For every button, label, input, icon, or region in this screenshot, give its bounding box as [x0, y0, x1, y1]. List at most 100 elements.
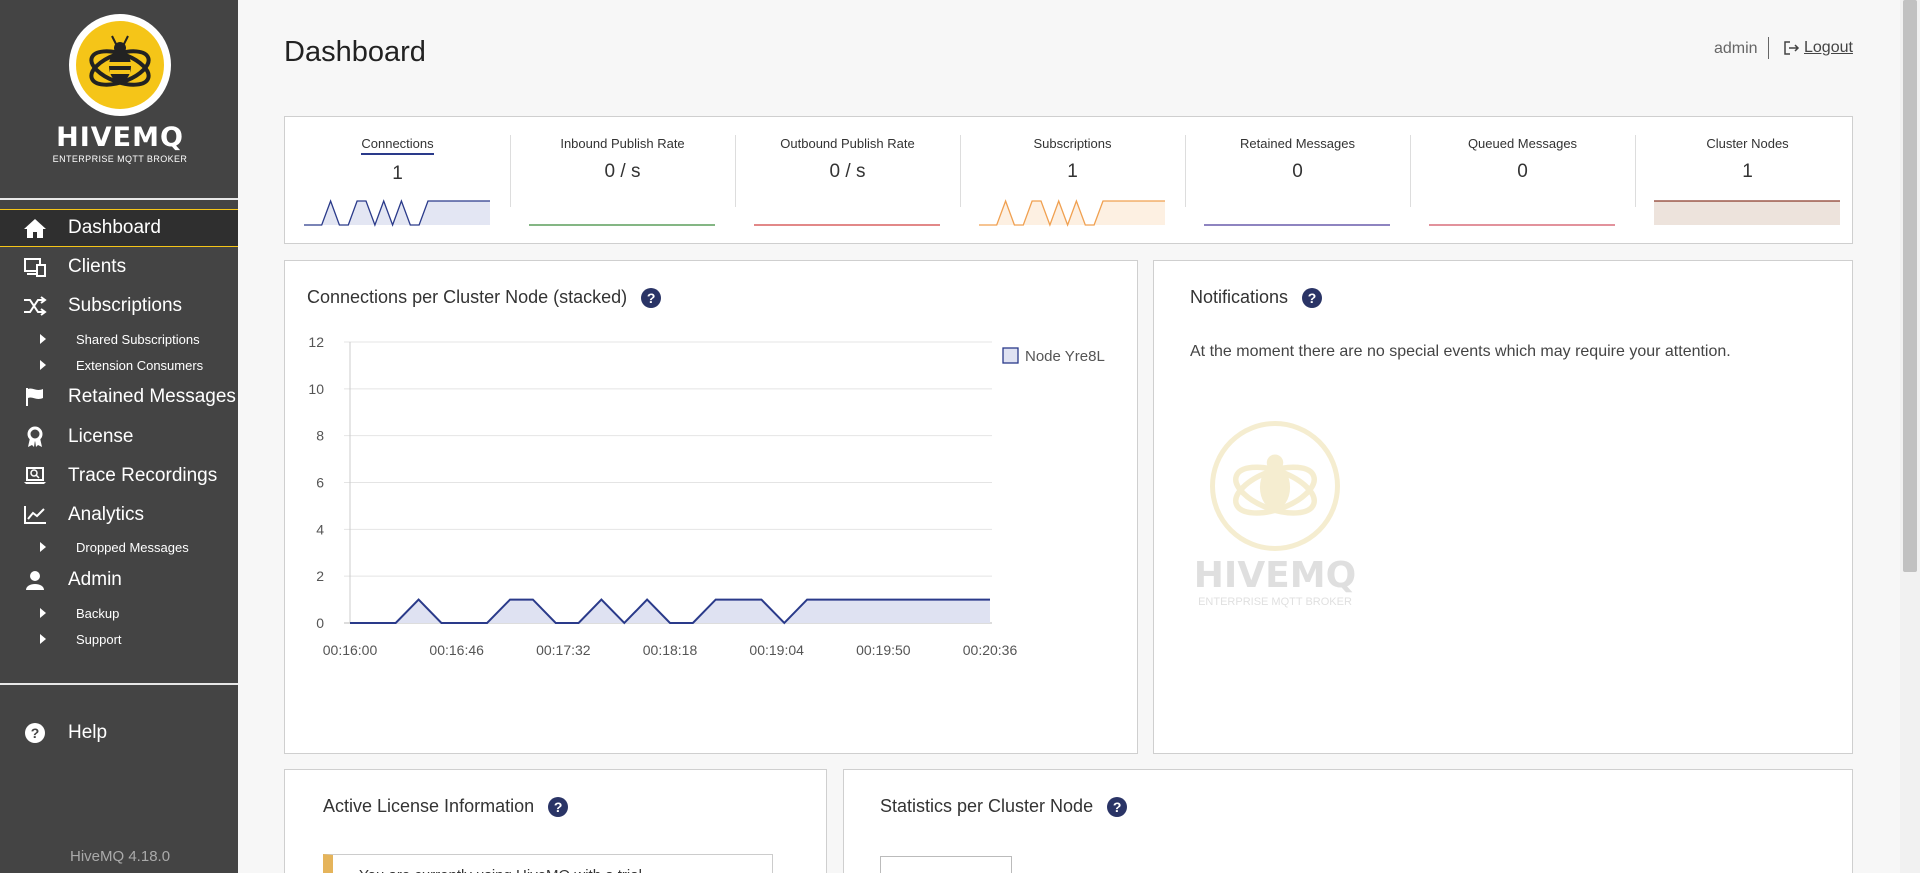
caret-right-icon: [40, 334, 46, 344]
sidebar-item-label: Dashboard: [68, 217, 161, 238]
inbound-sparkline: [529, 224, 715, 226]
sidebar-item-label: License: [68, 426, 134, 447]
help-icon[interactable]: ?: [641, 287, 662, 308]
queued-sparkline: [1429, 224, 1615, 226]
stat-value: 0: [1292, 161, 1303, 182]
stat-subscriptions[interactable]: Subscriptions 1: [960, 117, 1185, 227]
x-tick-label: 00:17:32: [536, 642, 591, 658]
cluster-sparkline: [1654, 200, 1840, 225]
help-icon[interactable]: ?: [1107, 796, 1128, 817]
user-icon: [22, 569, 48, 591]
sidebar-item-help[interactable]: ? Help: [0, 714, 238, 752]
sign-out-icon: [1784, 41, 1800, 55]
stat-label: Connections: [361, 136, 434, 155]
stat-outbound-publish-rate[interactable]: Outbound Publish Rate 0 / s: [735, 117, 960, 227]
notifications-message: At the moment there are no special event…: [1190, 343, 1731, 360]
cluster-statistics-card: Statistics per Cluster Node ?: [843, 769, 1853, 873]
y-tick-label: 8: [316, 428, 324, 444]
sidebar-item-dropped-messages[interactable]: Dropped Messages: [0, 535, 238, 559]
sidebar-item-dashboard[interactable]: Dashboard: [0, 209, 238, 247]
watermark-tagline: ENTERPRISE MQTT BROKER: [1198, 596, 1352, 608]
sidebar-item-label: Clients: [68, 256, 127, 277]
license-title: Active License Information: [323, 796, 535, 816]
logo-tagline: ENTERPRISE MQTT BROKER: [52, 154, 188, 164]
stat-value: 1: [1742, 161, 1753, 182]
page-title: Dashboard: [284, 36, 426, 68]
trial-notice: You are currently using HiveMQ with a tr…: [323, 854, 773, 873]
x-tick-label: 00:20:36: [963, 642, 1018, 658]
y-tick-label: 0: [316, 615, 324, 631]
stat-cluster-nodes[interactable]: Cluster Nodes 1: [1635, 117, 1860, 227]
series-area: [350, 599, 990, 623]
hivemq-logo[interactable]: HIVEMQ ENTERPRISE MQTT BROKER: [50, 14, 190, 164]
page-scrollbar-thumb[interactable]: [1903, 0, 1917, 572]
sidebar-item-retained-messages[interactable]: Retained Messages: [0, 378, 238, 416]
sidebar-item-extension-consumers[interactable]: Extension Consumers: [0, 353, 238, 377]
stat-label: Queued Messages: [1467, 136, 1578, 151]
sidebar-item-admin[interactable]: Admin: [0, 561, 238, 599]
sidebar-item-license[interactable]: License: [0, 418, 238, 456]
stat-label: Retained Messages: [1240, 136, 1355, 151]
stat-connections[interactable]: Connections 1: [285, 117, 510, 227]
bee-logo-icon: [69, 14, 171, 116]
retained-sparkline: [1204, 224, 1390, 226]
caret-right-icon: [40, 634, 46, 644]
sidebar-item-clients[interactable]: Clients: [0, 248, 238, 286]
card-title: Active License Information ?: [323, 796, 569, 817]
stat-queued-messages[interactable]: Queued Messages 0: [1410, 117, 1635, 227]
sidebar-item-support[interactable]: Support: [0, 627, 238, 651]
line-chart-icon: [22, 504, 48, 526]
sidebar-subitem-label: Shared Subscriptions: [76, 331, 200, 347]
x-tick-label: 00:16:46: [429, 642, 484, 658]
sidebar-item-shared-subscriptions[interactable]: Shared Subscriptions: [0, 327, 238, 351]
connections-chart: 0 2 4 6 8 10 12 00:16:00 00:16:46 00:17:32 00:18:1…: [308, 334, 1105, 658]
stat-inbound-publish-rate[interactable]: Inbound Publish Rate 0 / s: [510, 117, 735, 227]
legend-label: Node Yre8L: [1025, 348, 1105, 365]
connections-chart-card: Connections per Cluster Node (stacked) ?…: [284, 260, 1138, 754]
stat-retained-messages[interactable]: Retained Messages 0: [1185, 117, 1410, 227]
bee-watermark-icon: [1210, 421, 1340, 551]
sidebar-item-label: Retained Messages: [68, 386, 236, 407]
stat-value: 0 / s: [604, 161, 641, 182]
sidebar-item-analytics[interactable]: Analytics: [0, 496, 238, 534]
sidebar-item-label: Trace Recordings: [68, 465, 218, 486]
y-tick-label: 10: [308, 381, 324, 397]
sidebar-subitem-label: Dropped Messages: [76, 539, 189, 555]
sidebar-item-subscriptions[interactable]: Subscriptions: [0, 287, 238, 325]
stat-label: Outbound Publish Rate: [780, 136, 915, 151]
monitor-icon: [22, 256, 48, 278]
help-circle-icon: ?: [22, 722, 48, 744]
shuffle-icon: [22, 295, 48, 317]
sidebar-subitem-label: Backup: [76, 605, 120, 621]
svg-text:?: ?: [31, 725, 40, 741]
subscriptions-sparkline: [979, 199, 1165, 227]
sidebar-subitem-label: Support: [76, 631, 122, 647]
caret-right-icon: [40, 542, 46, 552]
sidebar-divider: [0, 198, 238, 200]
notifications-title: Notifications: [1190, 287, 1289, 307]
card-title: Connections per Cluster Node (stacked) ?: [307, 287, 662, 308]
help-icon[interactable]: ?: [1302, 287, 1323, 308]
logout-link[interactable]: Logout: [1784, 39, 1853, 57]
sidebar-item-label: Help: [68, 722, 108, 743]
sidebar-divider: [0, 683, 238, 685]
stat-label: Cluster Nodes: [1706, 136, 1789, 151]
stat-value: 1: [392, 163, 403, 184]
sidebar-item-backup[interactable]: Backup: [0, 601, 238, 625]
cluster-statistics-title: Statistics per Cluster Node: [880, 796, 1094, 816]
y-tick-label: 4: [316, 521, 324, 537]
help-icon[interactable]: ?: [548, 796, 569, 817]
award-icon: [22, 426, 48, 448]
card-title: Notifications ?: [1190, 287, 1323, 308]
sidebar-item-label: Analytics: [68, 504, 145, 525]
version-label: HiveMQ 4.18.0: [70, 848, 171, 865]
card-title: Statistics per Cluster Node ?: [880, 796, 1128, 817]
sidebar-subitem-label: Extension Consumers: [76, 357, 204, 373]
node-selector[interactable]: [880, 856, 1012, 873]
x-tick-label: 00:18:18: [643, 642, 698, 658]
sidebar-item-trace-recordings[interactable]: Trace Recordings: [0, 457, 238, 495]
y-tick-label: 6: [316, 475, 324, 491]
stat-value: 0: [1517, 161, 1528, 182]
sparkline-area: [1654, 201, 1840, 225]
connections-sparkline: [304, 199, 490, 227]
